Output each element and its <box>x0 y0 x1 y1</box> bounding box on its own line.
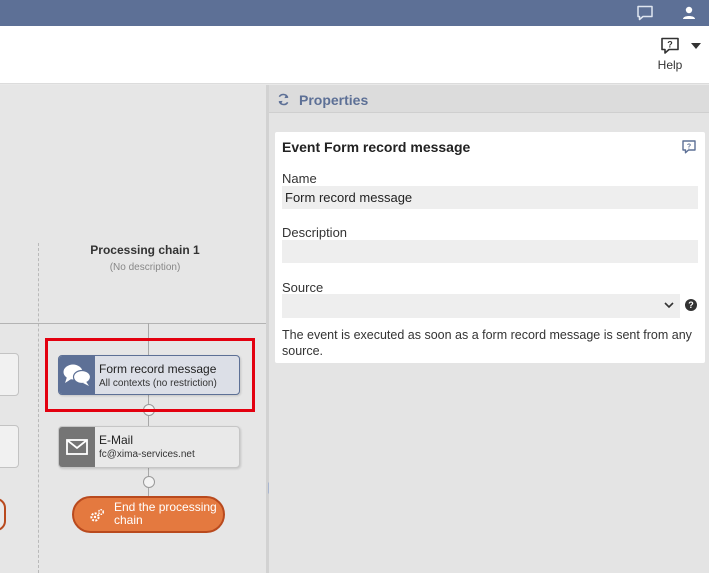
event-properties-card: Event Form record message ? Name Descrip… <box>275 132 705 363</box>
adjacent-node-partial[interactable] <box>0 353 19 396</box>
help-dropdown-caret[interactable] <box>691 43 701 49</box>
event-title: Event Form record message <box>282 139 471 155</box>
connector-circle[interactable] <box>143 476 155 488</box>
source-select[interactable] <box>282 294 680 318</box>
envelope-icon <box>59 427 95 467</box>
refresh-icon[interactable] <box>277 93 290 106</box>
properties-title: Properties <box>299 92 369 108</box>
properties-panel: Properties Event Form record message ? N… <box>269 85 709 573</box>
chat-bubble-icon[interactable] <box>636 5 654 21</box>
properties-header: Properties <box>269 85 709 113</box>
source-help-icon[interactable]: ? <box>685 299 697 311</box>
gears-icon <box>90 508 105 522</box>
name-input[interactable] <box>282 186 698 209</box>
chevron-down-icon <box>664 302 674 309</box>
description-input[interactable] <box>282 240 698 263</box>
process-canvas: Processing chain 1 (No description) Form… <box>0 85 266 573</box>
svg-text:?: ? <box>667 40 673 50</box>
help-bubble-icon: ? <box>661 37 679 54</box>
help-label: Help <box>657 58 683 72</box>
end-processing-chain-node[interactable]: End the processing chain <box>72 496 225 533</box>
chain-description: (No description) <box>109 262 181 273</box>
name-label: Name <box>282 171 317 186</box>
svg-text:?: ? <box>687 143 691 150</box>
lane-divider <box>38 243 39 573</box>
toolbar: ? Help <box>0 26 709 84</box>
chain-title: Processing chain 1 <box>90 243 200 257</box>
lane-header-line <box>0 323 266 324</box>
help-bubble-icon[interactable]: ? <box>682 140 696 154</box>
adjacent-node-partial[interactable] <box>0 425 19 468</box>
source-label: Source <box>282 280 324 295</box>
end-node-label: End the processing chain <box>114 500 217 527</box>
event-info-text: The event is executed as soon as a form … <box>282 328 692 358</box>
help-button[interactable]: ? Help <box>650 36 690 76</box>
adjacent-end-node-partial[interactable] <box>0 498 6 531</box>
user-icon[interactable] <box>680 5 698 21</box>
email-node[interactable]: E-Mail fc@xima-services.net <box>58 426 240 468</box>
selection-highlight <box>45 338 255 412</box>
node-title: E-Mail <box>99 433 134 447</box>
top-bar <box>0 0 709 26</box>
description-label: Description <box>282 225 348 240</box>
node-subtitle: fc@xima-services.net <box>99 449 195 460</box>
